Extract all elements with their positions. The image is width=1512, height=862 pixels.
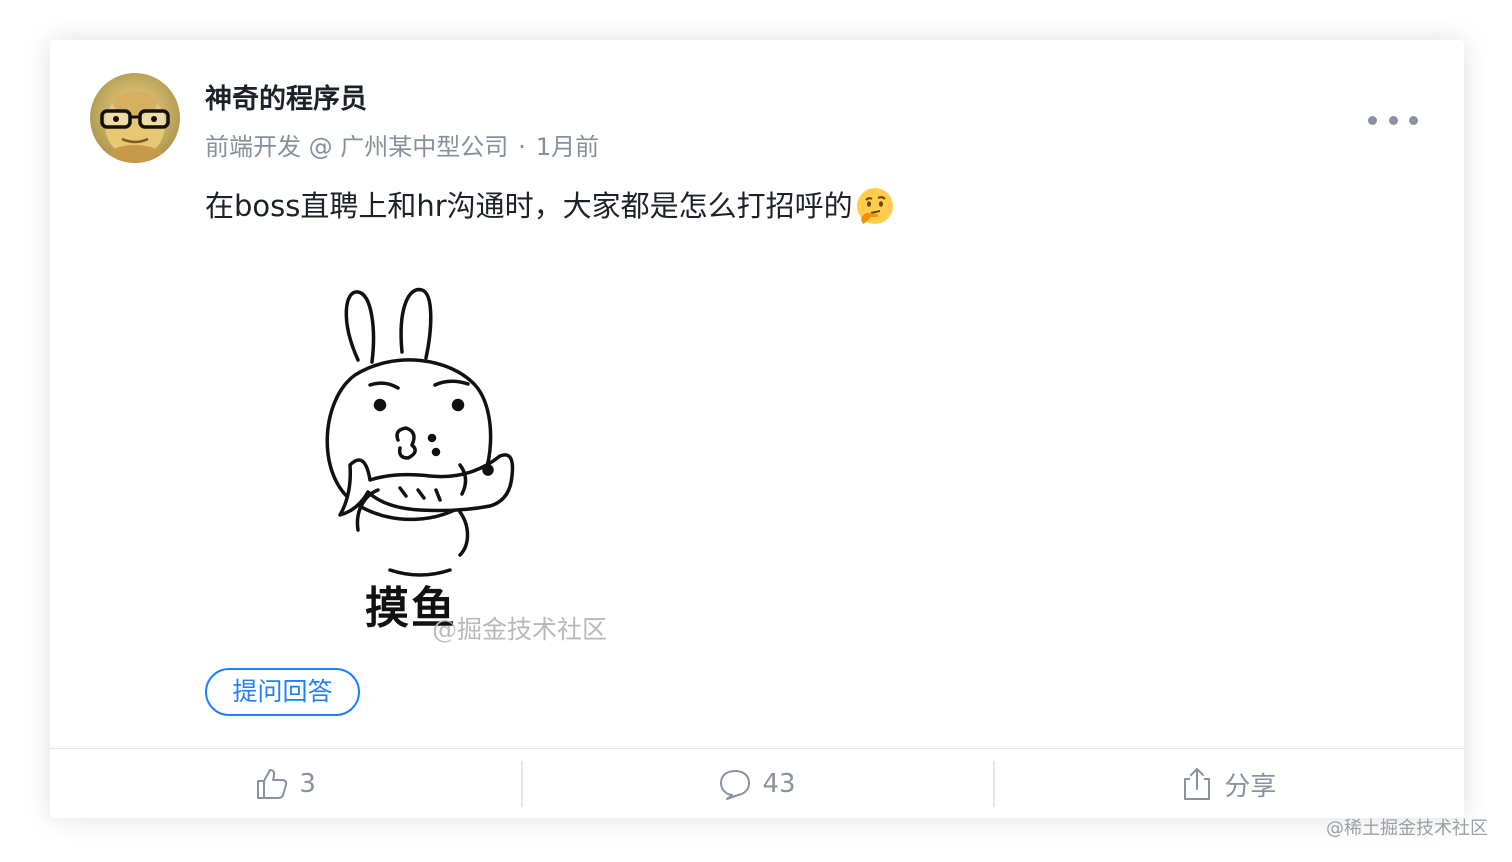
action-bar: 3 43 分享 xyxy=(50,748,1464,818)
author-avatar[interactable] xyxy=(90,73,180,163)
page-watermark: @稀土掘金技术社区 xyxy=(1326,818,1488,839)
moyu-rabbit-sticker-image xyxy=(325,287,515,577)
post-time: 1月前 xyxy=(535,133,600,161)
comment-count: 43 xyxy=(762,769,796,799)
more-dot-icon xyxy=(1388,115,1398,125)
avatar-glasses-character-icon xyxy=(90,73,180,163)
author-title: 前端开发 @ 广州某中型公司 xyxy=(205,133,509,161)
topic-tag-button[interactable]: 提问回答 xyxy=(205,668,360,716)
sticker-watermark: @掘金技术社区 xyxy=(432,615,608,644)
post-meta: 前端开发 @ 广州某中型公司 · 1月前 xyxy=(205,130,599,164)
post-text: 在boss直聘上和hr沟通时，大家都是怎么打招呼的 xyxy=(205,189,853,223)
more-options-button[interactable] xyxy=(1368,108,1418,132)
post-content: 在boss直聘上和hr沟通时，大家都是怎么打招呼的 xyxy=(205,186,895,226)
more-dot-icon xyxy=(1368,115,1377,125)
like-count: 3 xyxy=(299,769,316,799)
share-label: 分享 xyxy=(1224,771,1277,802)
author-name[interactable]: 神奇的程序员 xyxy=(205,82,367,118)
share-icon xyxy=(1184,768,1211,800)
more-dot-icon xyxy=(1409,115,1418,125)
page: 神奇的程序员 前端开发 @ 广州某中型公司 · 1月前 在boss直聘上和hr沟通时… xyxy=(0,0,1512,862)
comment-button[interactable]: 43 xyxy=(521,749,992,818)
comment-bubble-icon xyxy=(720,770,751,800)
like-button[interactable]: 3 xyxy=(50,749,521,818)
meta-separator: · xyxy=(518,133,526,161)
post-card: 神奇的程序员 前端开发 @ 广州某中型公司 · 1月前 在boss直聘上和hr沟通时… xyxy=(50,40,1464,818)
thumbs-up-icon xyxy=(257,769,288,799)
share-button[interactable]: 分享 xyxy=(992,749,1464,818)
thinking-face-emoji-icon xyxy=(856,188,893,224)
